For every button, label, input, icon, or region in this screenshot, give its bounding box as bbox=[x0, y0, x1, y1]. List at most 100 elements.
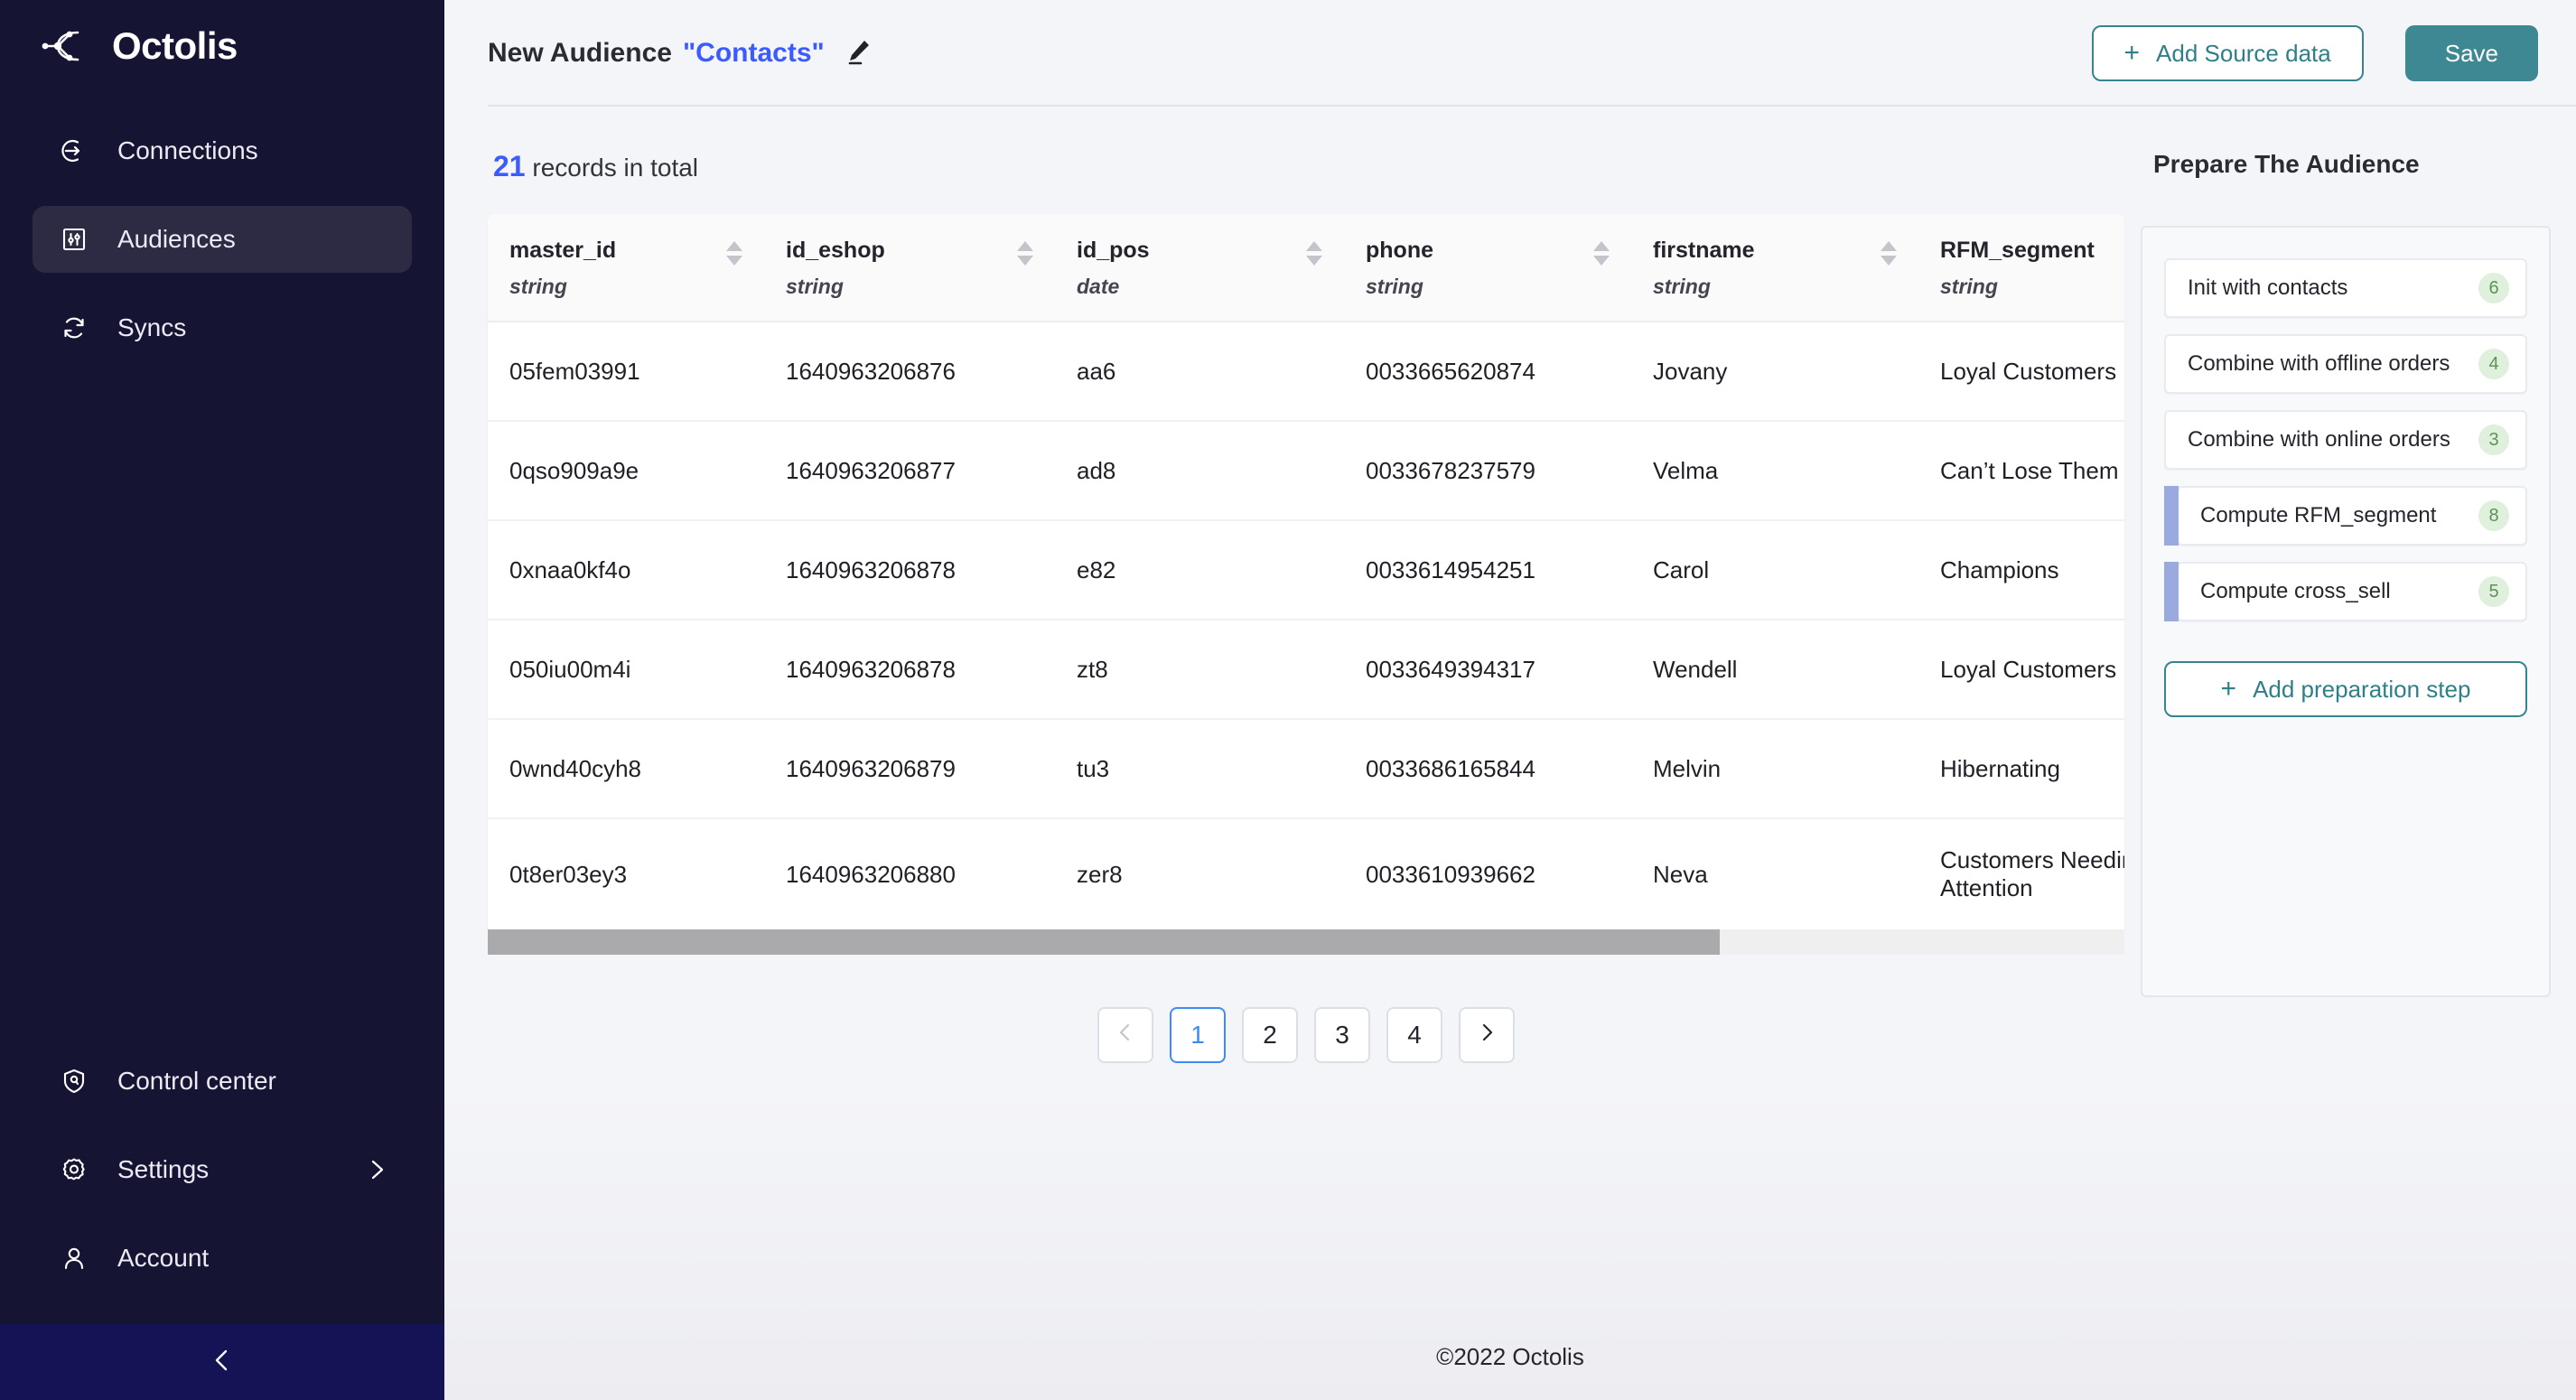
sort-arrows-icon[interactable] bbox=[1881, 238, 1897, 266]
column-header-id_eshop[interactable]: id_eshop string bbox=[764, 214, 1055, 322]
preparation-step-compute-rfm-segment[interactable]: Compute RFM_segment 8 bbox=[2164, 486, 2527, 546]
edit-title-button[interactable] bbox=[843, 38, 873, 69]
scrollbar-thumb[interactable] bbox=[488, 929, 1720, 955]
cell-id_eshop: 1640963206876 bbox=[764, 322, 1055, 422]
preparation-step-label: Combine with online orders bbox=[2188, 427, 2450, 452]
table-body: 05fem03991 1640963206876 aa6 00336656208… bbox=[488, 322, 2124, 929]
table-row[interactable]: 05fem03991 1640963206876 aa6 00336656208… bbox=[488, 322, 2124, 422]
sidebar-item-label: Account bbox=[117, 1244, 210, 1272]
sidebar-item-label: Audiences bbox=[117, 225, 236, 253]
cell-id_eshop: 1640963206879 bbox=[764, 719, 1055, 819]
preparation-step-label: Compute cross_sell bbox=[2200, 579, 2391, 603]
preparation-step-label: Compute RFM_segment bbox=[2200, 503, 2437, 527]
add-source-data-button[interactable]: + Add Source data bbox=[2091, 25, 2364, 81]
add-preparation-step-label: Add preparation step bbox=[2253, 675, 2471, 703]
chevron-left-icon bbox=[208, 1346, 237, 1379]
table-row[interactable]: 0wnd40cyh8 1640963206879 tu3 00336861658… bbox=[488, 719, 2124, 819]
sidebar: Octolis Connections Audiences Syncs Cont… bbox=[0, 0, 444, 1400]
cell-id_eshop: 1640963206877 bbox=[764, 421, 1055, 521]
cell-firstname: Velma bbox=[1631, 421, 1918, 521]
column-header-type: string bbox=[786, 275, 844, 298]
plus-icon: + bbox=[2123, 38, 2141, 68]
brand[interactable]: Octolis bbox=[0, 0, 444, 72]
sidebar-item-settings[interactable]: Settings bbox=[33, 1136, 412, 1203]
preparation-step-combine-online-orders[interactable]: Combine with online orders 3 bbox=[2164, 410, 2527, 470]
column-header-label: phone bbox=[1366, 238, 1433, 263]
sidebar-item-syncs[interactable]: Syncs bbox=[33, 294, 412, 361]
cell-RFM_segment: Can’t Lose Them bbox=[1918, 421, 2124, 521]
main-area: New Audience "Contacts" + Add Source dat… bbox=[444, 0, 2576, 1400]
data-table-card: master_id string id_eshop string id_pos … bbox=[488, 214, 2124, 929]
pencil-icon bbox=[843, 36, 873, 71]
page-title-prefix: New Audience bbox=[488, 38, 672, 68]
add-preparation-step-button[interactable]: + Add preparation step bbox=[2164, 661, 2527, 717]
save-button[interactable]: Save bbox=[2404, 25, 2538, 81]
sort-arrows-icon[interactable] bbox=[1306, 238, 1322, 266]
records-count: 21 bbox=[493, 150, 526, 182]
cell-firstname: Jovany bbox=[1631, 322, 1918, 422]
horizontal-scrollbar[interactable] bbox=[488, 929, 2124, 955]
pagination-page-2[interactable]: 2 bbox=[1242, 1007, 1298, 1063]
preparation-steps-card: Init with contacts 6 Combine with offlin… bbox=[2141, 226, 2551, 997]
chevron-right-icon bbox=[1476, 1021, 1498, 1050]
cell-phone: 0033610939662 bbox=[1366, 860, 1535, 888]
page-title: New Audience "Contacts" bbox=[488, 38, 825, 69]
table-row[interactable]: 0xnaa0kf4o 1640963206878 e82 00336149542… bbox=[488, 520, 2124, 621]
pagination-prev-button[interactable] bbox=[1097, 1007, 1153, 1063]
sidebar-item-connections[interactable]: Connections bbox=[33, 117, 412, 184]
content: 21 records in total master_id string id_… bbox=[444, 107, 2576, 1313]
column-header-master_id[interactable]: master_id string bbox=[488, 214, 764, 322]
arrow-into-circle-icon bbox=[58, 135, 90, 167]
data-table: master_id string id_eshop string id_pos … bbox=[488, 214, 2124, 929]
preparation-step-combine-offline-orders[interactable]: Combine with offline orders 4 bbox=[2164, 334, 2527, 394]
sidebar-collapse-button[interactable] bbox=[0, 1324, 444, 1400]
cell-id_pos: ad8 bbox=[1055, 421, 1344, 521]
cell-firstname: Neva bbox=[1653, 860, 1708, 888]
sidebar-item-audiences[interactable]: Audiences bbox=[33, 206, 412, 273]
records-suffix: records in total bbox=[532, 154, 699, 182]
refresh-circular-icon bbox=[58, 312, 90, 344]
sidebar-item-label: Settings bbox=[117, 1155, 210, 1183]
pagination: 1 2 3 4 bbox=[488, 955, 2124, 1063]
preparation-step-compute-cross-sell[interactable]: Compute cross_sell 5 bbox=[2164, 562, 2527, 621]
sidebar-item-control-center[interactable]: Control center bbox=[33, 1048, 412, 1115]
column-header-type: string bbox=[1366, 275, 1423, 298]
cell-master_id: 050iu00m4i bbox=[488, 620, 764, 720]
table-row[interactable]: 0qso909a9e 1640963206877 ad8 00336782375… bbox=[488, 421, 2124, 521]
pagination-page-1[interactable]: 1 bbox=[1170, 1007, 1226, 1063]
pagination-page-4[interactable]: 4 bbox=[1386, 1007, 1442, 1063]
sort-arrows-icon[interactable] bbox=[1593, 238, 1610, 266]
column-header-id_pos[interactable]: id_pos date bbox=[1055, 214, 1344, 322]
preparation-step-label: Init with contacts bbox=[2188, 275, 2348, 300]
chevron-left-icon bbox=[1115, 1021, 1136, 1050]
preparation-step-init-with-contacts[interactable]: Init with contacts 6 bbox=[2164, 258, 2527, 318]
table-row[interactable]: 050iu00m4i 1640963206878 zt8 00336493943… bbox=[488, 620, 2124, 720]
preparation-step-badge: 6 bbox=[2478, 273, 2509, 303]
column-header-label: id_eshop bbox=[786, 238, 885, 263]
column-header-type: string bbox=[1653, 275, 1711, 298]
brand-name: Octolis bbox=[112, 24, 238, 67]
save-label: Save bbox=[2444, 39, 2498, 67]
table-row[interactable]: 0t8er03ey3 1640963206880 zer8 0033610939… bbox=[488, 818, 2124, 929]
sort-arrows-icon[interactable] bbox=[1017, 238, 1033, 266]
pagination-page-3[interactable]: 3 bbox=[1314, 1007, 1370, 1063]
pagination-next-button[interactable] bbox=[1459, 1007, 1515, 1063]
sliders-square-icon bbox=[58, 223, 90, 256]
gear-icon bbox=[58, 1153, 90, 1186]
column-header-label: firstname bbox=[1653, 238, 1755, 263]
sidebar-item-account[interactable]: Account bbox=[33, 1225, 412, 1292]
column-header-RFM_segment[interactable]: RFM_segment string bbox=[1918, 214, 2124, 322]
app-root: Octolis Connections Audiences Syncs Cont… bbox=[0, 0, 2576, 1400]
preparation-step-badge: 3 bbox=[2478, 425, 2509, 455]
column-header-firstname[interactable]: firstname string bbox=[1631, 214, 1918, 322]
table-section: 21 records in total master_id string id_… bbox=[444, 107, 2141, 1313]
preparation-step-label: Combine with offline orders bbox=[2188, 351, 2450, 376]
page-title-audience-name: "Contacts" bbox=[682, 38, 825, 68]
sort-arrows-icon[interactable] bbox=[726, 238, 742, 266]
column-header-phone[interactable]: phone string bbox=[1344, 214, 1631, 322]
cell-phone: 0033614954251 bbox=[1344, 520, 1631, 621]
cell-id_pos: aa6 bbox=[1055, 322, 1344, 422]
preparation-step-badge: 8 bbox=[2478, 500, 2509, 531]
cell-phone: 0033649394317 bbox=[1344, 620, 1631, 720]
cell-master_id: 0qso909a9e bbox=[488, 421, 764, 521]
